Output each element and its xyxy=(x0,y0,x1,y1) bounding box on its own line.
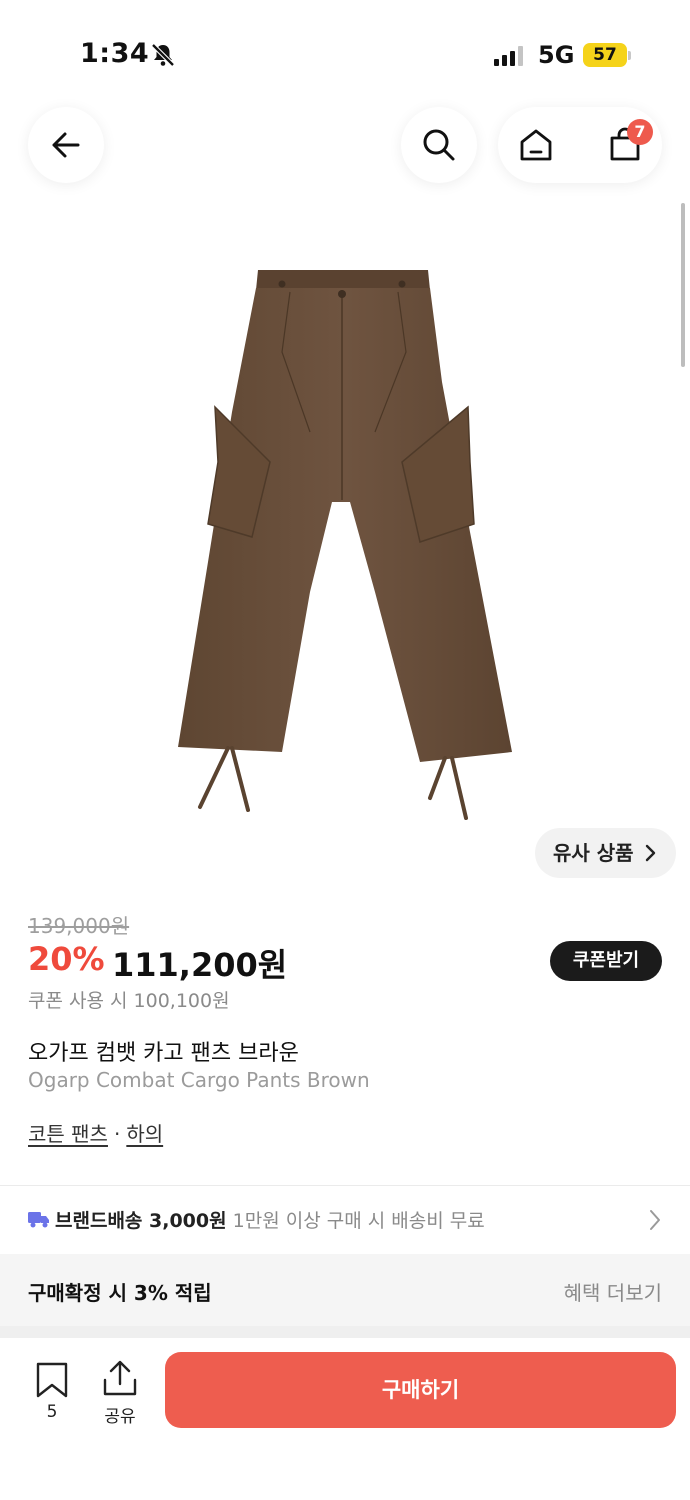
search-icon xyxy=(423,129,455,161)
bookmark-count: 5 xyxy=(46,1402,58,1422)
coupon-download-button[interactable]: 쿠폰받기 xyxy=(550,941,662,981)
original-price: 139,000원 xyxy=(28,914,130,938)
share-button[interactable]: 공유 xyxy=(97,1360,143,1427)
shipping-text: 브랜드배송 3,000원 1만원 이상 구매 시 배송비 무료 xyxy=(55,1206,485,1233)
bell-off-icon xyxy=(151,43,175,67)
battery-indicator: 57 xyxy=(583,43,627,67)
sale-price: 111,200원 xyxy=(112,946,288,984)
category-breadcrumb: 코튼 팬츠 · 하의 xyxy=(28,1118,163,1147)
chevron-right-icon xyxy=(650,1210,660,1230)
cart-count-badge: 7 xyxy=(627,119,653,145)
status-bar: 1:34 5G 57 xyxy=(0,0,690,100)
shipping-info-row[interactable]: 브랜드배송 3,000원 1만원 이상 구매 시 배송비 무료 xyxy=(0,1186,690,1254)
benefit-more-link[interactable]: 혜택 더보기 xyxy=(564,1277,662,1306)
product-name-english: Ogarp Combat Cargo Pants Brown xyxy=(28,1068,370,1092)
bookmark-icon xyxy=(36,1362,68,1398)
share-label: 공유 xyxy=(104,1407,136,1427)
benefit-title: 구매확정 시 3% 적립 xyxy=(28,1281,212,1305)
bookmark-button[interactable]: 5 xyxy=(30,1362,74,1426)
bottom-action-bar: 5 공유 구매하기 xyxy=(0,1338,690,1500)
back-button[interactable] xyxy=(28,107,104,183)
section-gap xyxy=(0,1326,690,1338)
similar-products-button[interactable]: 유사 상품 xyxy=(535,828,676,878)
benefit-row[interactable]: 구매확정 시 3% 적립 혜택 더보기 xyxy=(0,1254,690,1326)
category-link[interactable]: 코튼 팬츠 xyxy=(28,1122,108,1146)
arrow-left-icon xyxy=(52,132,80,158)
category-separator: · xyxy=(113,1122,121,1146)
scroll-indicator xyxy=(681,203,685,367)
network-label: 5G xyxy=(538,41,575,69)
discount-rate: 20% xyxy=(28,940,105,978)
battery-tip xyxy=(628,51,631,60)
similar-products-label: 유사 상품 xyxy=(553,841,634,865)
share-icon xyxy=(103,1360,137,1396)
home-icon[interactable] xyxy=(516,125,556,165)
coupon-price: 쿠폰 사용 시 100,100원 xyxy=(28,990,230,1012)
signal-icon xyxy=(494,46,523,66)
shipping-fee: 브랜드배송 3,000원 xyxy=(55,1210,227,1232)
search-button[interactable] xyxy=(401,107,477,183)
status-time: 1:34 xyxy=(80,38,150,69)
truck-icon xyxy=(28,1212,49,1228)
buy-button[interactable]: 구매하기 xyxy=(165,1352,676,1428)
product-image[interactable] xyxy=(170,262,520,822)
shipping-note: 1만원 이상 구매 시 배송비 무료 xyxy=(232,1210,485,1232)
chevron-right-icon xyxy=(644,828,656,896)
product-name: 오가프 컴뱃 카고 팬츠 브라운 xyxy=(28,1041,299,1066)
parent-category-link[interactable]: 하의 xyxy=(126,1122,163,1146)
